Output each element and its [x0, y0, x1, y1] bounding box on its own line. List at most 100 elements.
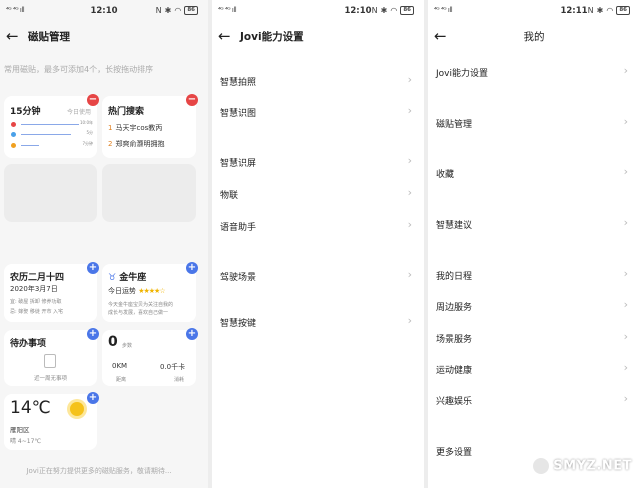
calories-value: 0.0千卡 [160, 363, 186, 371]
menu-label: 场景服务 [436, 335, 473, 345]
hot-search-item[interactable]: 1 马天宇cos教丙 [108, 123, 162, 133]
signal-icon: ⁴ᴳ ⁴ᴳ ıll [218, 6, 237, 14]
lunar-calendar-tile[interactable]: 农历二月十四 2020年3月7日 宜: 破屋 拆卸 修养功取 忌: 嫁娶 移徙 … [4, 262, 99, 322]
chevron-right-icon: › [407, 73, 412, 86]
empty-tile-slot[interactable] [4, 164, 97, 222]
chevron-right-icon: › [623, 361, 628, 374]
steps-tile[interactable]: 0 步数 0KM 距离 0.0千卡 消耗 + [102, 328, 198, 386]
todo-title: 待办事项 [10, 339, 47, 349]
menu-label: 智慧识屏 [220, 159, 257, 169]
menu-label: 磁贴管理 [436, 120, 473, 130]
usage-bar [21, 124, 79, 125]
app-dot [11, 122, 16, 127]
nav-bar: ← 磁贴管理 [0, 26, 208, 48]
nav-bar: ← Jovi能力设置 [212, 26, 424, 48]
plus-circle-icon[interactable]: + [186, 328, 198, 340]
status-icons: N ✱ ◠ 86 [156, 6, 198, 15]
watermark: SMYZ.NET [533, 458, 632, 474]
empty-tile-slot[interactable] [102, 164, 196, 222]
weather-district: 雁阳区 [10, 426, 30, 434]
menu-label: 语音助手 [220, 223, 257, 233]
chevron-right-icon: › [623, 298, 628, 311]
minus-circle-icon[interactable]: − [186, 94, 198, 106]
menu-item-favorites[interactable]: 收藏 › [428, 160, 640, 186]
menu-label: 更多设置 [436, 448, 473, 458]
menu-label: 智慧识图 [220, 109, 257, 119]
plus-circle-icon[interactable]: + [87, 392, 99, 404]
tile-hint: 常用磁贴，最多可添加4个，长按拖动排序 [4, 65, 154, 74]
bluetooth-icon: ✱ [596, 6, 604, 15]
todo-tile[interactable]: 待办事项 近一周无事项 + [4, 328, 99, 386]
page-title: Jovi能力设置 [240, 31, 304, 43]
todo-empty: 近一周无事项 [33, 376, 67, 382]
menu-item-iot[interactable]: 物联 › [212, 181, 424, 207]
menu-item-driving-scene[interactable]: 驾驶场景 › [212, 263, 424, 289]
tile-footer-note: Jovi正在努力提供更多的磁贴服务，敬请期待... [26, 467, 172, 475]
fortune-row: 今日运势 ★★★★☆ [108, 286, 166, 296]
plus-circle-icon[interactable]: + [87, 328, 99, 340]
wifi-icon: ◠ [174, 6, 182, 15]
tile-management-screen: ⁴ᴳ ⁴ᴳ ıll 12:10 N ✱ ◠ 86 ← 磁贴管理 常用磁贴，最多可… [0, 0, 208, 488]
menu-item-my-schedule[interactable]: 我的日程 › [428, 262, 640, 288]
rank-number: 1 [108, 124, 113, 132]
calendar-good: 宜: 破屋 拆卸 修养功取 [10, 299, 62, 305]
lunar-date: 农历二月十四 [10, 273, 65, 283]
fortune-label: 今日运势 [108, 287, 136, 295]
plus-circle-icon[interactable]: + [87, 262, 99, 274]
my-screen: ⁴ᴳ ⁴ᴳ ıll 12:11 N ✱ ◠ 86 ← 我的 Jovi能力设置 ›… [428, 0, 640, 488]
menu-item-scene-services[interactable]: 场景服务 › [428, 325, 640, 351]
usage-bar [21, 145, 39, 146]
timer-sub: 今日使用 [66, 109, 91, 116]
status-icons: N ✱ ◠ 86 [372, 6, 414, 15]
horoscope-sign: 金牛座 [119, 273, 147, 283]
chevron-right-icon: › [407, 314, 412, 327]
chevron-right-icon: › [623, 392, 628, 405]
hot-search-title: 热门搜索 [108, 107, 145, 117]
menu-label: 周边服务 [436, 303, 473, 313]
usage-value: 5分 [86, 130, 93, 135]
menu-item-nearby-services[interactable]: 周边服务 › [428, 293, 640, 319]
horoscope-desc: 成长与发展，喜欢自己做一 [108, 310, 169, 316]
watermark-logo-icon [533, 458, 550, 474]
hot-search-tile[interactable]: 热门搜索 1 马天宇cos教丙 2 郑爽俞灏明拥抱 − [102, 94, 198, 158]
plus-circle-icon[interactable]: + [186, 262, 198, 274]
status-icons: N ✱ ◠ 86 [588, 6, 630, 15]
menu-item-jovi-settings[interactable]: Jovi能力设置 › [428, 59, 640, 85]
chevron-right-icon: › [623, 64, 628, 77]
chevron-right-icon: › [407, 268, 412, 281]
menu-item-smart-suggestions[interactable]: 智慧建议 › [428, 211, 640, 237]
menu-label: Jovi能力设置 [436, 69, 488, 79]
checklist-icon [44, 354, 56, 368]
menu-item-smart-screen-recognition[interactable]: 智慧识屏 › [212, 149, 424, 175]
horoscope-tile[interactable]: ♉ 金牛座 今日运势 ★★★★☆ 今天金牛座宝贝为关注自我的 成长与发展，喜欢自… [102, 262, 198, 322]
arrow-left-icon[interactable]: ← [6, 27, 19, 45]
bluetooth-icon: ✱ [380, 6, 388, 15]
rank-number: 2 [108, 140, 113, 148]
menu-item-tile-management[interactable]: 磁贴管理 › [428, 110, 640, 136]
menu-item-entertainment[interactable]: 兴趣娱乐 › [428, 387, 640, 413]
app-dot [11, 143, 16, 148]
usage-timer-tile[interactable]: 15分钟 今日使用 10:0年 5分 7分钟 − [4, 94, 99, 158]
menu-item-smart-button[interactable]: 智慧按键 › [212, 309, 424, 335]
temperature: 14℃ [10, 398, 51, 418]
menu-item-smart-photo[interactable]: 智慧拍照 › [212, 68, 424, 94]
step-unit: 步数 [122, 343, 133, 349]
menu-label: 运动健康 [436, 366, 473, 376]
app-dot [11, 132, 16, 137]
minus-circle-icon[interactable]: − [87, 94, 99, 106]
menu-item-smart-image-recognition[interactable]: 智慧识图 › [212, 99, 424, 125]
weather-tile[interactable]: 14℃ 雁阳区 晴 4~17℃ + [4, 392, 99, 450]
hot-search-text: 郑爽俞灏明拥抱 [115, 140, 165, 148]
hot-search-item[interactable]: 2 郑爽俞灏明拥抱 [108, 139, 164, 149]
menu-item-voice-assistant[interactable]: 语音助手 › [212, 213, 424, 239]
arrow-left-icon[interactable]: ← [218, 27, 231, 45]
menu-label: 智慧拍照 [220, 78, 257, 88]
page-title: 我的 [523, 31, 545, 43]
horoscope-desc: 今天金牛座宝贝为关注自我的 [108, 302, 174, 308]
chevron-right-icon: › [623, 267, 628, 280]
solar-date: 2020年3月7日 [10, 285, 58, 293]
sun-icon [70, 402, 84, 416]
chevron-right-icon: › [623, 330, 628, 343]
signal-icon: ⁴ᴳ ⁴ᴳ ıll [434, 6, 453, 14]
menu-item-sports-health[interactable]: 运动健康 › [428, 356, 640, 382]
